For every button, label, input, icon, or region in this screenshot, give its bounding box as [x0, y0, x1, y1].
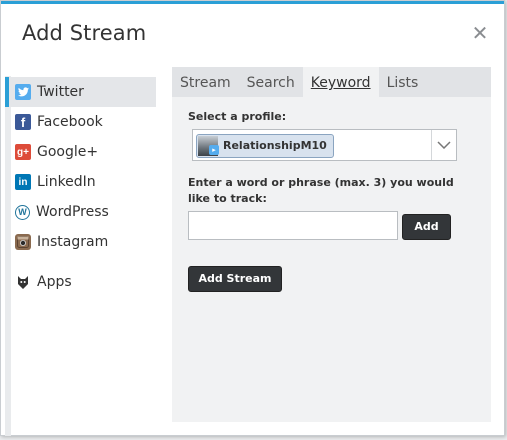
google-plus-icon: g+ [15, 144, 31, 160]
profile-chip: ▸ RelationshipM10 [196, 134, 334, 158]
linkedin-icon: in [15, 174, 31, 190]
sidebar-item-label: Apps [37, 274, 72, 290]
tab-keyword[interactable]: Keyword [302, 67, 379, 97]
tab-stream[interactable]: Stream [172, 67, 239, 97]
sidebar-item-google-plus[interactable]: g+ Google+ [9, 137, 156, 167]
sidebar-item-label: Google+ [37, 144, 99, 160]
instagram-icon [15, 234, 31, 250]
sidebar-item-label: Instagram [37, 234, 109, 250]
facebook-icon: f [15, 114, 31, 130]
tab-search[interactable]: Search [239, 67, 303, 97]
network-sidebar: Twitter f Facebook g+ Google+ in LinkedI… [5, 77, 156, 297]
sidebar-item-label: Twitter [37, 84, 84, 100]
chevron-down-icon[interactable] [431, 130, 456, 160]
sidebar-item-apps[interactable]: Apps [9, 267, 156, 297]
profile-select[interactable]: ▸ RelationshipM10 [192, 129, 457, 161]
close-icon[interactable]: ✕ [471, 23, 489, 43]
add-stream-button[interactable]: Add Stream [188, 266, 282, 292]
stream-settings-panel: Stream Search Keyword Lists Select a pro… [172, 67, 491, 422]
add-keyword-button[interactable]: Add [402, 214, 451, 240]
apps-icon [15, 274, 31, 290]
twitter-icon [15, 84, 31, 100]
sidebar-item-wordpress[interactable]: W WordPress [9, 197, 156, 227]
tab-lists[interactable]: Lists [379, 67, 427, 97]
sidebar-item-linkedin[interactable]: in LinkedIn [9, 167, 156, 197]
sidebar-item-label: LinkedIn [37, 174, 96, 190]
keyword-input[interactable] [188, 211, 398, 240]
sidebar-item-twitter[interactable]: Twitter [5, 77, 156, 107]
add-stream-dialog: Add Stream ✕ Twitter f Facebook g+ Googl… [0, 0, 505, 436]
twitter-badge-icon: ▸ [209, 145, 219, 155]
sidebar-item-instagram[interactable]: Instagram [9, 227, 156, 257]
dialog-accent-bar [1, 1, 504, 4]
keyword-label: Enter a word or phrase (max. 3) you woul… [188, 176, 454, 205]
dialog-title: Add Stream [22, 21, 147, 45]
stream-type-tabs: Stream Search Keyword Lists [172, 67, 491, 97]
profile-name: RelationshipM10 [223, 139, 327, 152]
sidebar-item-facebook[interactable]: f Facebook [9, 107, 156, 137]
sidebar-item-label: Facebook [37, 114, 103, 130]
profile-label: Select a profile: [188, 110, 287, 123]
wordpress-icon: W [15, 204, 30, 220]
sidebar-item-label: WordPress [36, 204, 109, 220]
